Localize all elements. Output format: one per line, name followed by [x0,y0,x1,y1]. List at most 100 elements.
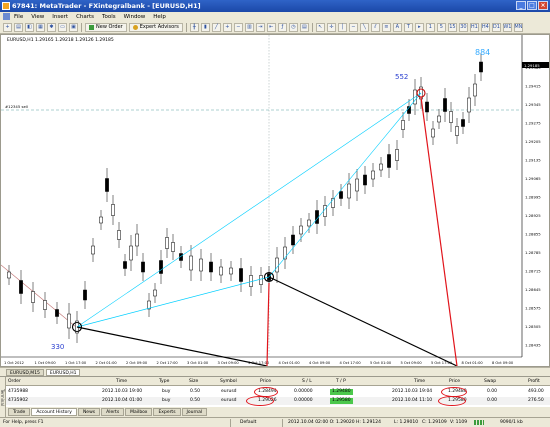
m30-period-icon[interactable]: 30 [458,22,468,32]
periods-icon[interactable]: ◷ [288,22,298,32]
col-type[interactable]: Type [159,377,169,386]
chart-shift-icon[interactable]: ⇤ [266,22,276,32]
col-size[interactable]: Size [189,377,198,386]
candle-body [31,291,35,303]
chart-tab-eurusd-h1[interactable]: EURUSD,H1 [45,368,81,376]
arrows-icon[interactable]: ▸ [414,22,424,32]
menu-charts[interactable]: Charts [76,14,94,20]
strategy-tester-icon[interactable]: ▣ [69,22,78,32]
status-separator [282,419,283,427]
indicators-icon[interactable]: ƒ [277,22,287,32]
tab-journal[interactable]: Journal [181,408,208,416]
minimize-button[interactable]: _ [516,1,526,10]
close-button[interactable]: × [538,1,548,10]
menu-view[interactable]: View [31,14,44,20]
menu-file[interactable]: File [14,14,23,20]
candle-body [347,183,351,199]
price-tick-label: 1.28505 [525,324,541,329]
menu-insert[interactable]: Insert [52,14,68,20]
stop-loss-line [1,264,77,328]
candle-body [379,163,383,171]
w1-period-icon[interactable]: W1 [502,22,512,32]
candle-body [159,260,163,274]
data-window-icon[interactable]: ▦ [36,22,45,32]
cell-swap: 0.00 [487,398,498,403]
candle-body [67,313,71,329]
new-chart-icon[interactable]: + [3,22,12,32]
m1-period-icon[interactable]: 1 [425,22,435,32]
market-watch-icon[interactable]: ◧ [25,22,34,32]
fibonacci-icon[interactable]: ≡ [381,22,391,32]
table-row[interactable]: 4735988 2012.10.03 19:00 buy 0.50 eurusd… [6,388,550,396]
pointer-line-red [420,96,458,366]
candlestick-icon[interactable]: ▮ [200,22,210,32]
templates-icon[interactable]: ▤ [299,22,309,32]
window-title: 67841: MetaTrader - FXintegralbank - [EU… [12,2,201,10]
candle-body [55,309,59,317]
m5-period-icon[interactable]: 5 [436,22,446,32]
col-profit[interactable]: Profit [528,377,540,386]
zoom-out-icon[interactable]: − [233,22,243,32]
zoom-in-icon[interactable]: + [222,22,232,32]
col-price[interactable]: Price [260,377,271,386]
tab-account-history[interactable]: Account History [31,408,77,416]
col-swap[interactable]: Swap [484,377,496,386]
cell-tp: 1.29480 [330,389,353,395]
h4-period-icon[interactable]: H4 [480,22,490,32]
tile-windows-icon[interactable]: ▥ [244,22,254,32]
cell-type: buy [162,398,171,403]
candle-body [43,300,47,310]
cursor-icon[interactable]: ↖ [315,22,325,32]
chart-window-icon[interactable] [3,13,10,20]
line-chart-icon[interactable]: ╱ [211,22,221,32]
trendline-icon[interactable]: ╲ [359,22,369,32]
time-tick-label: 8 Oct 01:00 [462,361,484,365]
terminal-icon[interactable]: ▭ [58,22,67,32]
d1-period-icon[interactable]: D1 [491,22,501,32]
text-icon[interactable]: A [392,22,402,32]
col-sl[interactable]: S / L [302,377,312,386]
menu-window[interactable]: Window [124,14,146,20]
autoscroll-icon[interactable]: ⇥ [255,22,265,32]
profiles-icon[interactable]: ▤ [14,22,23,32]
col-symbol[interactable]: Symbol [220,377,237,386]
col-tp[interactable]: T / P [336,377,346,386]
col-time[interactable]: Time [116,377,127,386]
cell-sl: 0.00000 [294,389,313,394]
vertical-line-icon[interactable]: │ [337,22,347,32]
status-low: L: 1.29010 [394,420,419,425]
current-price-label: 1.29185 [524,63,540,68]
bar-chart-icon[interactable]: ╫ [189,22,199,32]
maximize-button[interactable]: □ [527,1,537,10]
toolbar-separator [311,22,313,32]
table-row[interactable]: 4735902 2012.10.04 01:00 buy 0.50 eurusd… [6,397,550,405]
col-order[interactable]: Order [8,377,21,386]
navigator-icon[interactable]: ✱ [47,22,56,32]
channel-icon[interactable]: ⫽ [370,22,380,32]
chart-canvas[interactable]: 1.294851.294151.293451.292751.292051.291… [1,35,549,366]
chart-tab-eurusd-m15[interactable]: EURUSD,M15 [6,368,44,376]
price-chart[interactable]: EURUSD,H1 1.29165 1.29218 1.29126 1.2918… [0,34,550,367]
tab-experts[interactable]: Experts [153,408,181,416]
m15-period-icon[interactable]: 15 [447,22,457,32]
cell-symbol: eurusd [221,398,237,403]
expert-advisors-button[interactable]: Expert Advisors [128,22,183,32]
time-tick-label: 3 Oct 09:00 [218,361,240,365]
col-close-price[interactable]: Price [449,377,460,386]
cell-close-time: 2012.10.03 19:04 [392,389,433,394]
h1-period-icon[interactable]: H1 [469,22,479,32]
menu-help[interactable]: Help [153,14,166,20]
tab-mailbox[interactable]: Mailbox [125,408,153,416]
tab-alerts[interactable]: Alerts [101,408,125,416]
time-tick-label: 1 Oct 17:00 [65,361,87,365]
tab-news[interactable]: News [77,408,101,416]
crosshair-icon[interactable]: ✛ [326,22,336,32]
label-icon[interactable]: T [403,22,413,32]
tab-trade[interactable]: Trade [8,408,31,416]
new-order-button[interactable]: New Order [85,22,127,32]
horizontal-line-icon[interactable]: ─ [348,22,358,32]
mn-period-icon[interactable]: MN [513,22,523,32]
col-close-time[interactable]: Time [414,377,425,386]
candle-body [249,275,253,287]
menu-tools[interactable]: Tools [102,14,116,20]
